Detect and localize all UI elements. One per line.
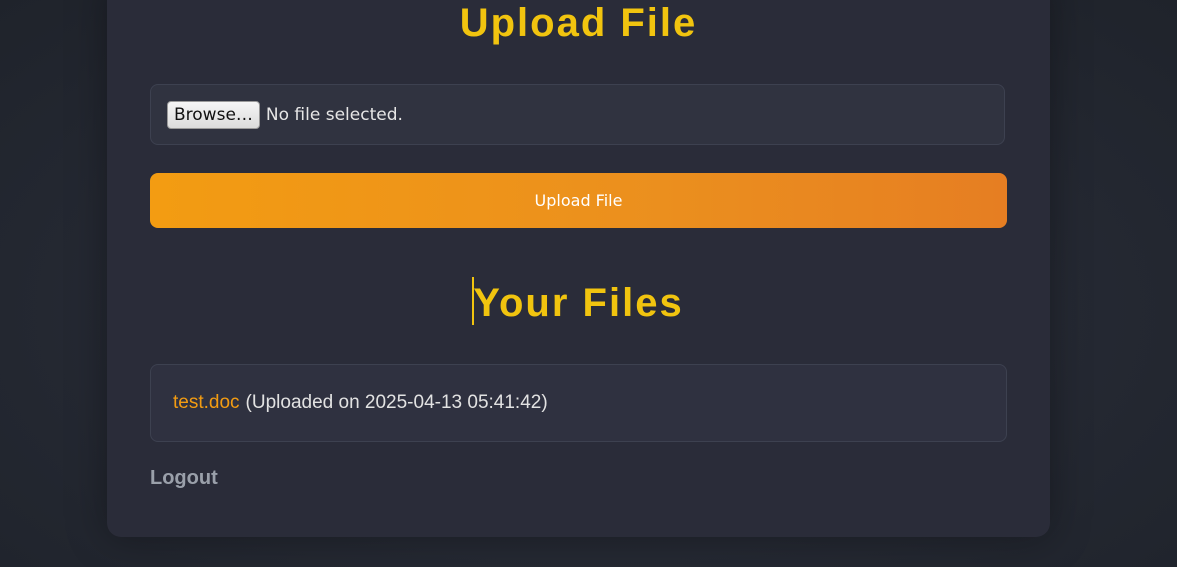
upload-heading: Upload File	[459, 1, 698, 45]
browse-button[interactable]: Browse…	[167, 100, 260, 129]
upload-file-button[interactable]: Upload File	[150, 173, 1007, 228]
logout-link[interactable]: Logout	[150, 467, 218, 490]
file-status-text: No file selected.	[265, 104, 403, 125]
file-upload-date: (Uploaded on 2025-04-13 05:41:42)	[245, 392, 548, 413]
your-files-heading: Your Files	[473, 281, 684, 325]
file-link[interactable]: test.doc	[173, 392, 240, 414]
list-item: test.doc (Uploaded on 2025-04-13 05:41:4…	[150, 364, 1007, 442]
file-input[interactable]: Browse… No file selected.	[150, 84, 1005, 145]
main-card: Upload File Browse… No file selected. Up…	[107, 0, 1050, 537]
